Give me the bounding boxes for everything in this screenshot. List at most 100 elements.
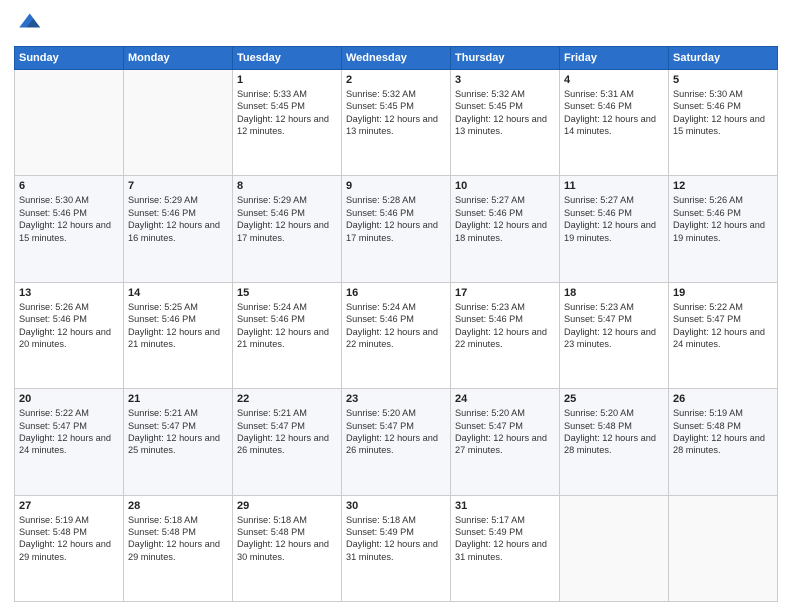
weekday-header-friday: Friday bbox=[560, 47, 669, 70]
day-info: Sunrise: 5:30 AMSunset: 5:46 PMDaylight:… bbox=[673, 88, 773, 138]
day-info: Sunrise: 5:21 AMSunset: 5:47 PMDaylight:… bbox=[128, 407, 228, 457]
calendar-cell: 26 Sunrise: 5:19 AMSunset: 5:48 PMDayligh… bbox=[669, 389, 778, 495]
calendar-cell bbox=[560, 495, 669, 601]
calendar-cell: 10 Sunrise: 5:27 AMSunset: 5:46 PMDayligh… bbox=[451, 176, 560, 282]
day-number: 6 bbox=[19, 180, 119, 192]
header bbox=[14, 10, 778, 38]
day-info: Sunrise: 5:24 AMSunset: 5:46 PMDaylight:… bbox=[346, 301, 446, 351]
day-number: 23 bbox=[346, 393, 446, 405]
calendar-cell: 3 Sunrise: 5:32 AMSunset: 5:45 PMDaylight… bbox=[451, 70, 560, 176]
day-number: 3 bbox=[455, 74, 555, 86]
day-info: Sunrise: 5:19 AMSunset: 5:48 PMDaylight:… bbox=[673, 407, 773, 457]
calendar-cell: 23Sunrise: 5:20 AMSunset: 5:47 PMDayligh… bbox=[342, 389, 451, 495]
calendar-cell: 13Sunrise: 5:26 AMSunset: 5:46 PMDayligh… bbox=[15, 282, 124, 388]
weekday-header-row: SundayMondayTuesdayWednesdayThursdayFrid… bbox=[15, 47, 778, 70]
day-info: Sunrise: 5:32 AMSunset: 5:45 PMDaylight:… bbox=[455, 88, 555, 138]
day-info: Sunrise: 5:21 AMSunset: 5:47 PMDaylight:… bbox=[237, 407, 337, 457]
calendar-cell: 17Sunrise: 5:23 AMSunset: 5:46 PMDayligh… bbox=[451, 282, 560, 388]
calendar-cell: 24 Sunrise: 5:20 AMSunset: 5:47 PMDayligh… bbox=[451, 389, 560, 495]
day-info: Sunrise: 5:27 AMSunset: 5:46 PMDaylight:… bbox=[564, 194, 664, 244]
day-number: 5 bbox=[673, 74, 773, 86]
calendar-cell: 19 Sunrise: 5:22 AMSunset: 5:47 PMDayligh… bbox=[669, 282, 778, 388]
calendar-cell: 16 Sunrise: 5:24 AMSunset: 5:46 PMDayligh… bbox=[342, 282, 451, 388]
day-info: Sunrise: 5:32 AMSunset: 5:45 PMDaylight:… bbox=[346, 88, 446, 138]
weekday-header-sunday: Sunday bbox=[15, 47, 124, 70]
day-info: Sunrise: 5:19 AMSunset: 5:48 PMDaylight:… bbox=[19, 514, 119, 564]
calendar-cell: 31 Sunrise: 5:17 AMSunset: 5:49 PMDayligh… bbox=[451, 495, 560, 601]
day-info: Sunrise: 5:20 AMSunset: 5:47 PMDaylight:… bbox=[455, 407, 555, 457]
day-number: 18 bbox=[564, 287, 664, 299]
calendar-cell: 14 Sunrise: 5:25 AMSunset: 5:46 PMDayligh… bbox=[124, 282, 233, 388]
logo-icon bbox=[14, 10, 42, 38]
day-number: 29 bbox=[237, 500, 337, 512]
calendar-cell: 22 Sunrise: 5:21 AMSunset: 5:47 PMDayligh… bbox=[233, 389, 342, 495]
day-info: Sunrise: 5:26 AMSunset: 5:46 PMDaylight:… bbox=[673, 194, 773, 244]
day-info: Sunrise: 5:31 AMSunset: 5:46 PMDaylight:… bbox=[564, 88, 664, 138]
day-info: Sunrise: 5:30 AMSunset: 5:46 PMDaylight:… bbox=[19, 194, 119, 244]
calendar-cell: 20 Sunrise: 5:22 AMSunset: 5:47 PMDayligh… bbox=[15, 389, 124, 495]
logo bbox=[14, 10, 46, 38]
day-number: 14 bbox=[128, 287, 228, 299]
day-number: 2 bbox=[346, 74, 446, 86]
day-number: 19 bbox=[673, 287, 773, 299]
day-info: Sunrise: 5:17 AMSunset: 5:49 PMDaylight:… bbox=[455, 514, 555, 564]
day-number: 26 bbox=[673, 393, 773, 405]
day-number: 11 bbox=[564, 180, 664, 192]
day-info: Sunrise: 5:27 AMSunset: 5:46 PMDaylight:… bbox=[455, 194, 555, 244]
calendar-cell bbox=[669, 495, 778, 601]
day-info: Sunrise: 5:29 AMSunset: 5:46 PMDaylight:… bbox=[237, 194, 337, 244]
calendar-cell: 18 Sunrise: 5:23 AMSunset: 5:47 PMDayligh… bbox=[560, 282, 669, 388]
day-info: Sunrise: 5:18 AMSunset: 5:49 PMDaylight:… bbox=[346, 514, 446, 564]
calendar-cell: 15Sunrise: 5:24 AMSunset: 5:46 PMDayligh… bbox=[233, 282, 342, 388]
calendar-table: SundayMondayTuesdayWednesdayThursdayFrid… bbox=[14, 46, 778, 602]
day-number: 4 bbox=[564, 74, 664, 86]
weekday-header-tuesday: Tuesday bbox=[233, 47, 342, 70]
week-row-4: 20 Sunrise: 5:22 AMSunset: 5:47 PMDayligh… bbox=[15, 389, 778, 495]
week-row-1: 1 Sunrise: 5:33 AMSunset: 5:45 PMDaylight… bbox=[15, 70, 778, 176]
calendar-cell: 2 Sunrise: 5:32 AMSunset: 5:45 PMDaylight… bbox=[342, 70, 451, 176]
calendar-cell: 8 Sunrise: 5:29 AMSunset: 5:46 PMDaylight… bbox=[233, 176, 342, 282]
day-info: Sunrise: 5:25 AMSunset: 5:46 PMDaylight:… bbox=[128, 301, 228, 351]
day-number: 22 bbox=[237, 393, 337, 405]
calendar-cell: 12 Sunrise: 5:26 AMSunset: 5:46 PMDayligh… bbox=[669, 176, 778, 282]
calendar-cell bbox=[15, 70, 124, 176]
day-number: 7 bbox=[128, 180, 228, 192]
calendar-cell: 9 Sunrise: 5:28 AMSunset: 5:46 PMDaylight… bbox=[342, 176, 451, 282]
day-number: 17 bbox=[455, 287, 555, 299]
calendar-cell: 27Sunrise: 5:19 AMSunset: 5:48 PMDayligh… bbox=[15, 495, 124, 601]
day-info: Sunrise: 5:22 AMSunset: 5:47 PMDaylight:… bbox=[673, 301, 773, 351]
day-number: 25 bbox=[564, 393, 664, 405]
calendar-cell: 28 Sunrise: 5:18 AMSunset: 5:48 PMDayligh… bbox=[124, 495, 233, 601]
calendar-cell: 6 Sunrise: 5:30 AMSunset: 5:46 PMDaylight… bbox=[15, 176, 124, 282]
day-number: 10 bbox=[455, 180, 555, 192]
page: SundayMondayTuesdayWednesdayThursdayFrid… bbox=[0, 0, 792, 612]
calendar-cell: 4 Sunrise: 5:31 AMSunset: 5:46 PMDaylight… bbox=[560, 70, 669, 176]
calendar-cell: 11 Sunrise: 5:27 AMSunset: 5:46 PMDayligh… bbox=[560, 176, 669, 282]
day-number: 31 bbox=[455, 500, 555, 512]
day-number: 13 bbox=[19, 287, 119, 299]
day-info: Sunrise: 5:23 AMSunset: 5:47 PMDaylight:… bbox=[564, 301, 664, 351]
day-number: 12 bbox=[673, 180, 773, 192]
day-number: 8 bbox=[237, 180, 337, 192]
day-number: 20 bbox=[19, 393, 119, 405]
calendar-cell: 5 Sunrise: 5:30 AMSunset: 5:46 PMDaylight… bbox=[669, 70, 778, 176]
day-info: Sunrise: 5:18 AMSunset: 5:48 PMDaylight:… bbox=[128, 514, 228, 564]
calendar-cell bbox=[124, 70, 233, 176]
day-number: 28 bbox=[128, 500, 228, 512]
day-info: Sunrise: 5:29 AMSunset: 5:46 PMDaylight:… bbox=[128, 194, 228, 244]
day-number: 1 bbox=[237, 74, 337, 86]
day-number: 9 bbox=[346, 180, 446, 192]
day-number: 16 bbox=[346, 287, 446, 299]
weekday-header-saturday: Saturday bbox=[669, 47, 778, 70]
day-info: Sunrise: 5:28 AMSunset: 5:46 PMDaylight:… bbox=[346, 194, 446, 244]
day-info: Sunrise: 5:24 AMSunset: 5:46 PMDaylight:… bbox=[237, 301, 337, 351]
week-row-2: 6 Sunrise: 5:30 AMSunset: 5:46 PMDaylight… bbox=[15, 176, 778, 282]
calendar-cell: 1 Sunrise: 5:33 AMSunset: 5:45 PMDaylight… bbox=[233, 70, 342, 176]
day-info: Sunrise: 5:33 AMSunset: 5:45 PMDaylight:… bbox=[237, 88, 337, 138]
weekday-header-monday: Monday bbox=[124, 47, 233, 70]
day-info: Sunrise: 5:22 AMSunset: 5:47 PMDaylight:… bbox=[19, 407, 119, 457]
day-number: 24 bbox=[455, 393, 555, 405]
calendar-cell: 21 Sunrise: 5:21 AMSunset: 5:47 PMDayligh… bbox=[124, 389, 233, 495]
weekday-header-thursday: Thursday bbox=[451, 47, 560, 70]
day-number: 21 bbox=[128, 393, 228, 405]
